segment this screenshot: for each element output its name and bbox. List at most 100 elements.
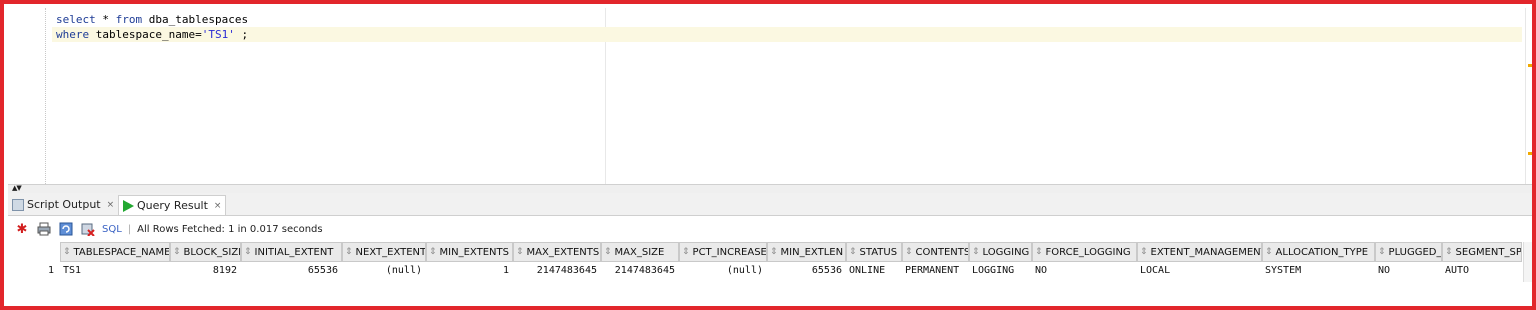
column-header-min-extlen[interactable]: ⇕ MIN_EXTLEN <box>767 242 846 262</box>
code-area[interactable]: select * from dba_tablespaces where tabl… <box>52 12 1522 42</box>
column-header-min-extents[interactable]: ⇕ MIN_EXTENTS <box>426 242 513 262</box>
table-cell-logging[interactable]: LOGGING <box>969 263 1032 279</box>
column-header-tablespace-name[interactable]: ⇕ TABLESPACE_NAME <box>60 242 170 262</box>
table-cell-extent-management[interactable]: LOCAL <box>1137 263 1262 279</box>
sort-icon[interactable]: ⇕ <box>682 247 690 257</box>
window-frame: select * from dba_tablespaces where tabl… <box>0 0 1536 310</box>
tab-label: Query Result <box>137 199 208 212</box>
table-cell-allocation-type[interactable]: SYSTEM <box>1262 263 1375 279</box>
row-number[interactable]: 1 <box>8 263 58 279</box>
line-gutter <box>8 8 46 184</box>
column-header-label: PLUGGED_IN <box>1388 246 1442 258</box>
sql-link[interactable]: SQL <box>102 224 122 235</box>
column-header-block-size[interactable]: ⇕ BLOCK_SIZE <box>170 242 241 262</box>
column-header-label: EXTENT_MANAGEMENT <box>1150 246 1262 258</box>
code-line-2: where tablespace_name='TS1' ; <box>52 27 1522 42</box>
column-header-label: LOGGING <box>982 246 1030 258</box>
table-cell-pct-increase[interactable]: (null) <box>679 263 767 279</box>
column-header-label: TABLESPACE_NAME <box>73 246 170 258</box>
column-header-extent-management[interactable]: ⇕ EXTENT_MANAGEMENT <box>1137 242 1262 262</box>
sort-icon[interactable]: ⇕ <box>1265 247 1273 257</box>
column-header-label: MAX_SIZE <box>614 246 665 258</box>
output-tabs: Script Output × Query Result × <box>8 193 1532 216</box>
sort-icon[interactable]: ⇕ <box>905 247 913 257</box>
keyword-where: where <box>56 28 90 41</box>
column-header-allocation-type[interactable]: ⇕ ALLOCATION_TYPE <box>1262 242 1375 262</box>
table-cell-min-extlen[interactable]: 65536 <box>767 263 846 279</box>
column-header-label: MIN_EXTENTS <box>439 246 509 258</box>
table-cell-block-size[interactable]: 8192 <box>170 263 241 279</box>
sort-icon[interactable]: ⇕ <box>604 247 612 257</box>
script-output-icon <box>12 198 24 211</box>
warning-marker[interactable] <box>1528 152 1532 155</box>
fetch-status: All Rows Fetched: 1 in 0.017 seconds <box>137 223 323 235</box>
grid-scrollbar[interactable] <box>1523 242 1532 282</box>
column-header-next-extent[interactable]: ⇕ NEXT_EXTENT <box>342 242 426 262</box>
column-header-label: SEGMENT_SP <box>1455 246 1522 258</box>
close-icon[interactable]: × <box>107 200 115 210</box>
sort-icon[interactable]: ⇕ <box>429 247 437 257</box>
column-header-force-logging[interactable]: ⇕ FORCE_LOGGING <box>1032 242 1137 262</box>
string-literal: 'TS1' <box>201 28 235 41</box>
column-header-contents[interactable]: ⇕ CONTENTS <box>902 242 969 262</box>
sort-icon[interactable]: ⇕ <box>1445 247 1453 257</box>
sort-icon[interactable]: ⇕ <box>849 247 857 257</box>
result-grid[interactable]: ⇕ TABLESPACE_NAME ⇕ BLOCK_SIZE ⇕ INITIAL_EXTE… <box>8 242 1532 282</box>
sort-icon[interactable]: ⇕ <box>770 247 778 257</box>
table-cell-max-extents[interactable]: 2147483645 <box>513 263 601 279</box>
column-header-label: MAX_EXTENTS <box>526 246 600 258</box>
sort-icon[interactable]: ⇕ <box>1140 247 1148 257</box>
print-icon[interactable] <box>36 221 52 237</box>
column-header-initial-extent[interactable]: ⇕ INITIAL_EXTENT <box>241 242 342 262</box>
column-header-label: STATUS <box>859 246 898 258</box>
editor-scrollbar[interactable] <box>1525 8 1532 184</box>
column-header-label: PCT_INCREASE <box>692 246 767 258</box>
table-cell-tablespace-name[interactable]: TS1 <box>60 263 170 279</box>
column-header-max-extents[interactable]: ⇕ MAX_EXTENTS <box>513 242 601 262</box>
column-header-label: ALLOCATION_TYPE <box>1275 246 1369 258</box>
keyword-from: from <box>115 13 143 26</box>
column-header-max-size[interactable]: ⇕ MAX_SIZE <box>601 242 679 262</box>
table-cell-status[interactable]: ONLINE <box>846 263 902 279</box>
keyword-select: select <box>56 13 96 26</box>
table-cell-contents[interactable]: PERMANENT <box>902 263 969 279</box>
sort-icon[interactable]: ⇕ <box>972 247 980 257</box>
table-cell-initial-extent[interactable]: 65536 <box>241 263 342 279</box>
splitter-arrows-icon[interactable]: ▲▼ <box>12 184 22 192</box>
toolbar-separator: | <box>127 223 132 235</box>
column-header-status[interactable]: ⇕ STATUS <box>846 242 902 262</box>
sort-icon[interactable]: ⇕ <box>1378 247 1386 257</box>
column-header-plugged-in[interactable]: ⇕PLUGGED_IN <box>1375 242 1442 262</box>
code-line-1: select * from dba_tablespaces <box>56 12 1522 27</box>
table-cell-max-size[interactable]: 2147483645 <box>601 263 679 279</box>
tab-query-result[interactable]: Query Result × <box>118 195 227 215</box>
close-icon[interactable]: × <box>214 201 222 211</box>
code-text: * <box>95 13 116 26</box>
tab-label: Script Output <box>27 198 101 211</box>
sort-icon[interactable]: ⇕ <box>173 247 181 257</box>
table-cell-plugged-in[interactable]: NO <box>1375 263 1442 279</box>
refresh-icon[interactable] <box>58 221 74 237</box>
code-text: dba_tablespaces <box>142 13 249 26</box>
warning-marker[interactable] <box>1528 64 1532 67</box>
export-icon[interactable] <box>80 221 96 237</box>
sort-icon[interactable]: ⇕ <box>63 247 71 257</box>
table-cell-next-extent[interactable]: (null) <box>342 263 426 279</box>
pin-icon[interactable]: ✱ <box>14 221 30 237</box>
table-cell-segment-sp[interactable]: AUTO <box>1442 263 1522 279</box>
sort-icon[interactable]: ⇕ <box>345 247 353 257</box>
table-cell-force-logging[interactable]: NO <box>1032 263 1137 279</box>
sort-icon[interactable]: ⇕ <box>516 247 524 257</box>
sql-editor[interactable]: select * from dba_tablespaces where tabl… <box>8 8 1532 184</box>
sort-icon[interactable]: ⇕ <box>244 247 252 257</box>
column-header-label: MIN_EXTLEN <box>780 246 844 258</box>
tab-script-output[interactable]: Script Output × <box>8 195 118 214</box>
column-header-logging[interactable]: ⇕ LOGGING <box>969 242 1032 262</box>
sort-icon[interactable]: ⇕ <box>1035 247 1043 257</box>
column-header-segment-sp[interactable]: ⇕ SEGMENT_SP <box>1442 242 1522 262</box>
column-header-pct-increase[interactable]: ⇕ PCT_INCREASE <box>679 242 767 262</box>
column-header-label: BLOCK_SIZE <box>183 246 241 258</box>
table-cell-min-extents[interactable]: 1 <box>426 263 513 279</box>
column-header-label: INITIAL_EXTENT <box>254 246 334 258</box>
column-header-label: FORCE_LOGGING <box>1045 246 1131 258</box>
